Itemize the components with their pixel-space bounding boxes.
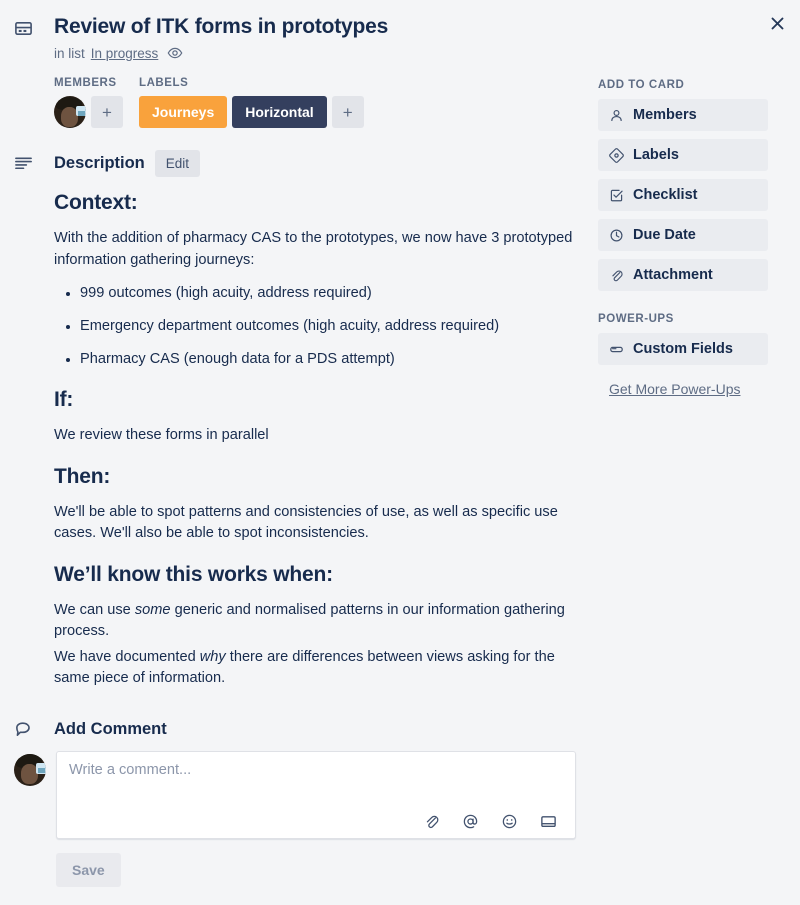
card-template-icon[interactable] [540,813,557,830]
card-sidebar: ADD TO CARD Members Labels Checklist Due… [576,77,768,887]
comment-placeholder: Write a comment... [69,761,192,778]
know-2-emphasis: why [199,648,226,665]
emoji-icon[interactable] [501,813,518,830]
add-member-button[interactable]: + [91,96,123,128]
add-label-button[interactable]: + [331,96,364,128]
avatar [14,753,46,786]
description-content[interactable]: Context: With the addition of pharmacy C… [14,191,576,690]
members-heading: MEMBERS [54,77,117,89]
paragraph-then: We'll be able to spot patterns and consi… [54,503,558,542]
save-comment-button[interactable]: Save [56,852,121,887]
paragraph-know-2: We have documented why there are differe… [54,647,576,690]
paragraph-context: With the addition of pharmacy CAS to the… [54,230,573,268]
label-tag-icon [609,147,624,163]
card-main-column: MEMBERS + LABELS Journeys Horizontal + D… [14,77,576,887]
page-title: Review of ITK forms in prototypes [54,15,389,38]
edit-description-button[interactable]: Edit [154,150,201,177]
heading-we-will-know: We’ll know this works when: [54,562,333,586]
sidebar-item-attachment[interactable]: Attachment [598,259,768,291]
context-bullet-list: 999 outcomes (high acuity, address requi… [54,283,576,370]
comment-toolbar [69,813,563,830]
sidebar-item-label: Attachment [633,267,713,283]
get-more-power-ups-link[interactable]: Get More Power-Ups [609,381,740,397]
sidebar-item-members[interactable]: Members [598,99,768,131]
person-icon [609,108,624,123]
paperclip-icon [609,268,624,283]
add-comment-section: Add Comment Write a comment... Save [14,720,576,887]
label-chip[interactable]: Journeys [139,96,228,128]
comment-bubble-icon [14,720,38,739]
card-icon [14,14,38,61]
members-group: MEMBERS + [54,77,123,128]
sidebar-item-label: Due Date [633,227,696,243]
paragraph-if: We review these forms in parallel [54,427,269,443]
labels-heading: LABELS [139,77,189,89]
close-button[interactable] [760,6,794,40]
comment-input[interactable]: Write a comment... [56,750,576,839]
list-item: Pharmacy CAS (enough data for a PDS atte… [80,349,576,370]
checklist-icon [609,188,624,203]
sidebar-item-label: Members [633,107,697,123]
list-name-link[interactable]: In progress [91,46,159,61]
sidebar-item-label: Labels [633,147,679,163]
heading-if: If: [54,388,74,411]
card-body: MEMBERS + LABELS Journeys Horizontal + D… [0,77,800,887]
clock-icon [609,228,624,243]
label-chip[interactable]: Horizontal [232,96,327,128]
card-detail-modal: Review of ITK forms in prototypes in lis… [0,0,800,905]
sidebar-item-label: Checklist [633,187,698,203]
know-1-emphasis: some [134,601,171,618]
add-to-card-heading: ADD TO CARD [598,79,685,91]
card-header: Review of ITK forms in prototypes in lis… [0,0,800,61]
labels-group: LABELS Journeys Horizontal + [139,77,364,128]
heading-context: Context: [54,191,138,214]
list-item: Emergency department outcomes (high acui… [80,316,576,337]
heading-then: Then: [54,464,111,488]
sidebar-item-label: Custom Fields [633,341,733,357]
custom-fields-icon [609,342,624,357]
mention-icon[interactable] [462,813,479,830]
list-item: 999 outcomes (high acuity, address requi… [80,283,576,304]
sidebar-item-due-date[interactable]: Due Date [598,219,768,251]
description-section: Description Edit Context: With the addit… [14,150,576,690]
description-title: Description [54,154,145,172]
eye-icon[interactable] [164,45,183,61]
in-list-prefix: in list [54,45,85,61]
avatar[interactable] [54,96,86,128]
add-comment-title: Add Comment [54,719,167,738]
sidebar-item-labels[interactable]: Labels [598,139,768,171]
sidebar-item-custom-fields[interactable]: Custom Fields [598,333,768,365]
attachment-icon[interactable] [423,813,440,830]
description-lines-icon [14,154,38,173]
sidebar-item-checklist[interactable]: Checklist [598,179,768,211]
labels-list: Journeys Horizontal + [139,96,364,128]
know-2-text-a: We have documented [54,648,200,665]
know-1-text-a: We can use [54,601,135,618]
card-subtitle: in list In progress [54,45,784,61]
power-ups-heading: POWER-UPS [598,313,674,325]
close-icon [769,15,786,32]
paragraph-know-1: We can use some generic and normalised p… [54,600,576,643]
card-meta-row: MEMBERS + LABELS Journeys Horizontal + [14,77,576,128]
